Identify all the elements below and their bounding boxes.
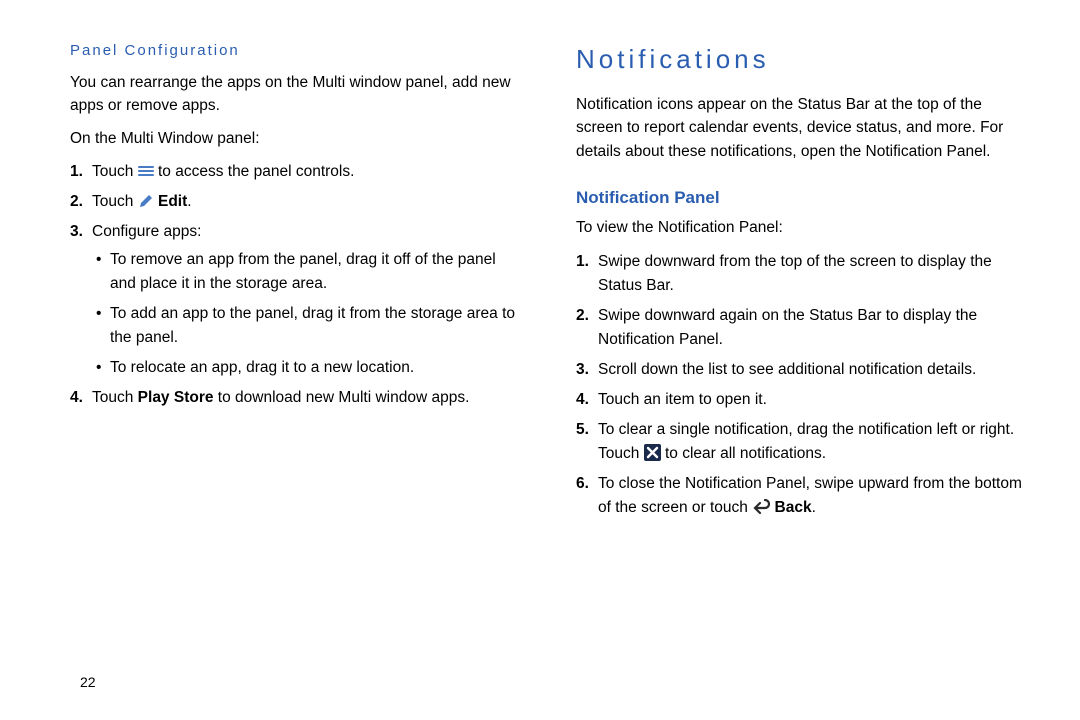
- step-item: 2. Touch Edit.: [92, 190, 524, 214]
- sub-heading-panel-config: Panel Configuration: [70, 40, 524, 63]
- step-text-bold: Play Store: [138, 389, 214, 406]
- bullets-list: To remove an app from the panel, drag it…: [92, 248, 524, 380]
- step-text: to clear all notifications.: [661, 445, 826, 462]
- step-number: 2.: [576, 304, 589, 328]
- lead-text: To view the Notification Panel:: [576, 216, 1030, 239]
- bullet-item: To relocate an app, drag it to a new loc…: [110, 356, 524, 380]
- step-number: 4.: [70, 386, 83, 410]
- step-number: 3.: [70, 220, 83, 244]
- pencil-icon: [138, 193, 154, 210]
- step-text: Swipe downward from the top of the scree…: [598, 253, 992, 294]
- step-item: 4. Touch an item to open it.: [598, 388, 1030, 412]
- lead-text: On the Multi Window panel:: [70, 127, 524, 150]
- left-column: Panel Configuration You can rearrange th…: [70, 40, 530, 690]
- heading-notification-panel: Notification Panel: [576, 185, 1030, 211]
- step-text: Touch: [92, 163, 138, 180]
- intro-text: Notification icons appear on the Status …: [576, 93, 1030, 163]
- step-text-bold: Back: [775, 499, 812, 516]
- step-number: 2.: [70, 190, 83, 214]
- step-item: 1. Swipe downward from the top of the sc…: [598, 250, 1030, 298]
- step-text: .: [812, 499, 816, 516]
- close-icon: [644, 445, 661, 462]
- step-item: 3. Scroll down the list to see additiona…: [598, 358, 1030, 382]
- steps-list-right: 1. Swipe downward from the top of the sc…: [576, 250, 1030, 520]
- step-text-bold: Edit: [158, 193, 187, 210]
- heading-notifications: Notifications: [576, 40, 1030, 79]
- step-text: Touch: [92, 389, 138, 406]
- right-column: Notifications Notification icons appear …: [570, 40, 1030, 690]
- step-number: 5.: [576, 418, 589, 442]
- step-item: 3. Configure apps: To remove an app from…: [92, 220, 524, 380]
- menu-icon: [138, 164, 154, 178]
- step-number: 1.: [576, 250, 589, 274]
- step-item: 4. Touch Play Store to download new Mult…: [92, 386, 524, 410]
- steps-list-left: 1. Touch to access the panel controls. 2…: [70, 160, 524, 410]
- step-number: 6.: [576, 472, 589, 496]
- step-text: Touch an item to open it.: [598, 391, 767, 408]
- page: Panel Configuration You can rearrange th…: [0, 0, 1080, 720]
- step-number: 3.: [576, 358, 589, 382]
- page-number: 22: [80, 674, 96, 690]
- step-item: 2. Swipe downward again on the Status Ba…: [598, 304, 1030, 352]
- step-text: Scroll down the list to see additional n…: [598, 361, 976, 378]
- step-item: 6. To close the Notification Panel, swip…: [598, 472, 1030, 520]
- step-item: 1. Touch to access the panel controls.: [92, 160, 524, 184]
- step-text: .: [187, 193, 191, 210]
- intro-text: You can rearrange the apps on the Multi …: [70, 71, 524, 118]
- back-icon: [752, 499, 770, 516]
- bullet-item: To add an app to the panel, drag it from…: [110, 302, 524, 350]
- step-text: Swipe downward again on the Status Bar t…: [598, 307, 977, 348]
- step-text: to access the panel controls.: [154, 163, 355, 180]
- step-number: 4.: [576, 388, 589, 412]
- bullet-item: To remove an app from the panel, drag it…: [110, 248, 524, 296]
- step-text: Configure apps:: [92, 223, 201, 240]
- step-item: 5. To clear a single notification, drag …: [598, 418, 1030, 466]
- step-text: Touch: [92, 193, 138, 210]
- step-text: to download new Multi window apps.: [213, 389, 469, 406]
- step-number: 1.: [70, 160, 83, 184]
